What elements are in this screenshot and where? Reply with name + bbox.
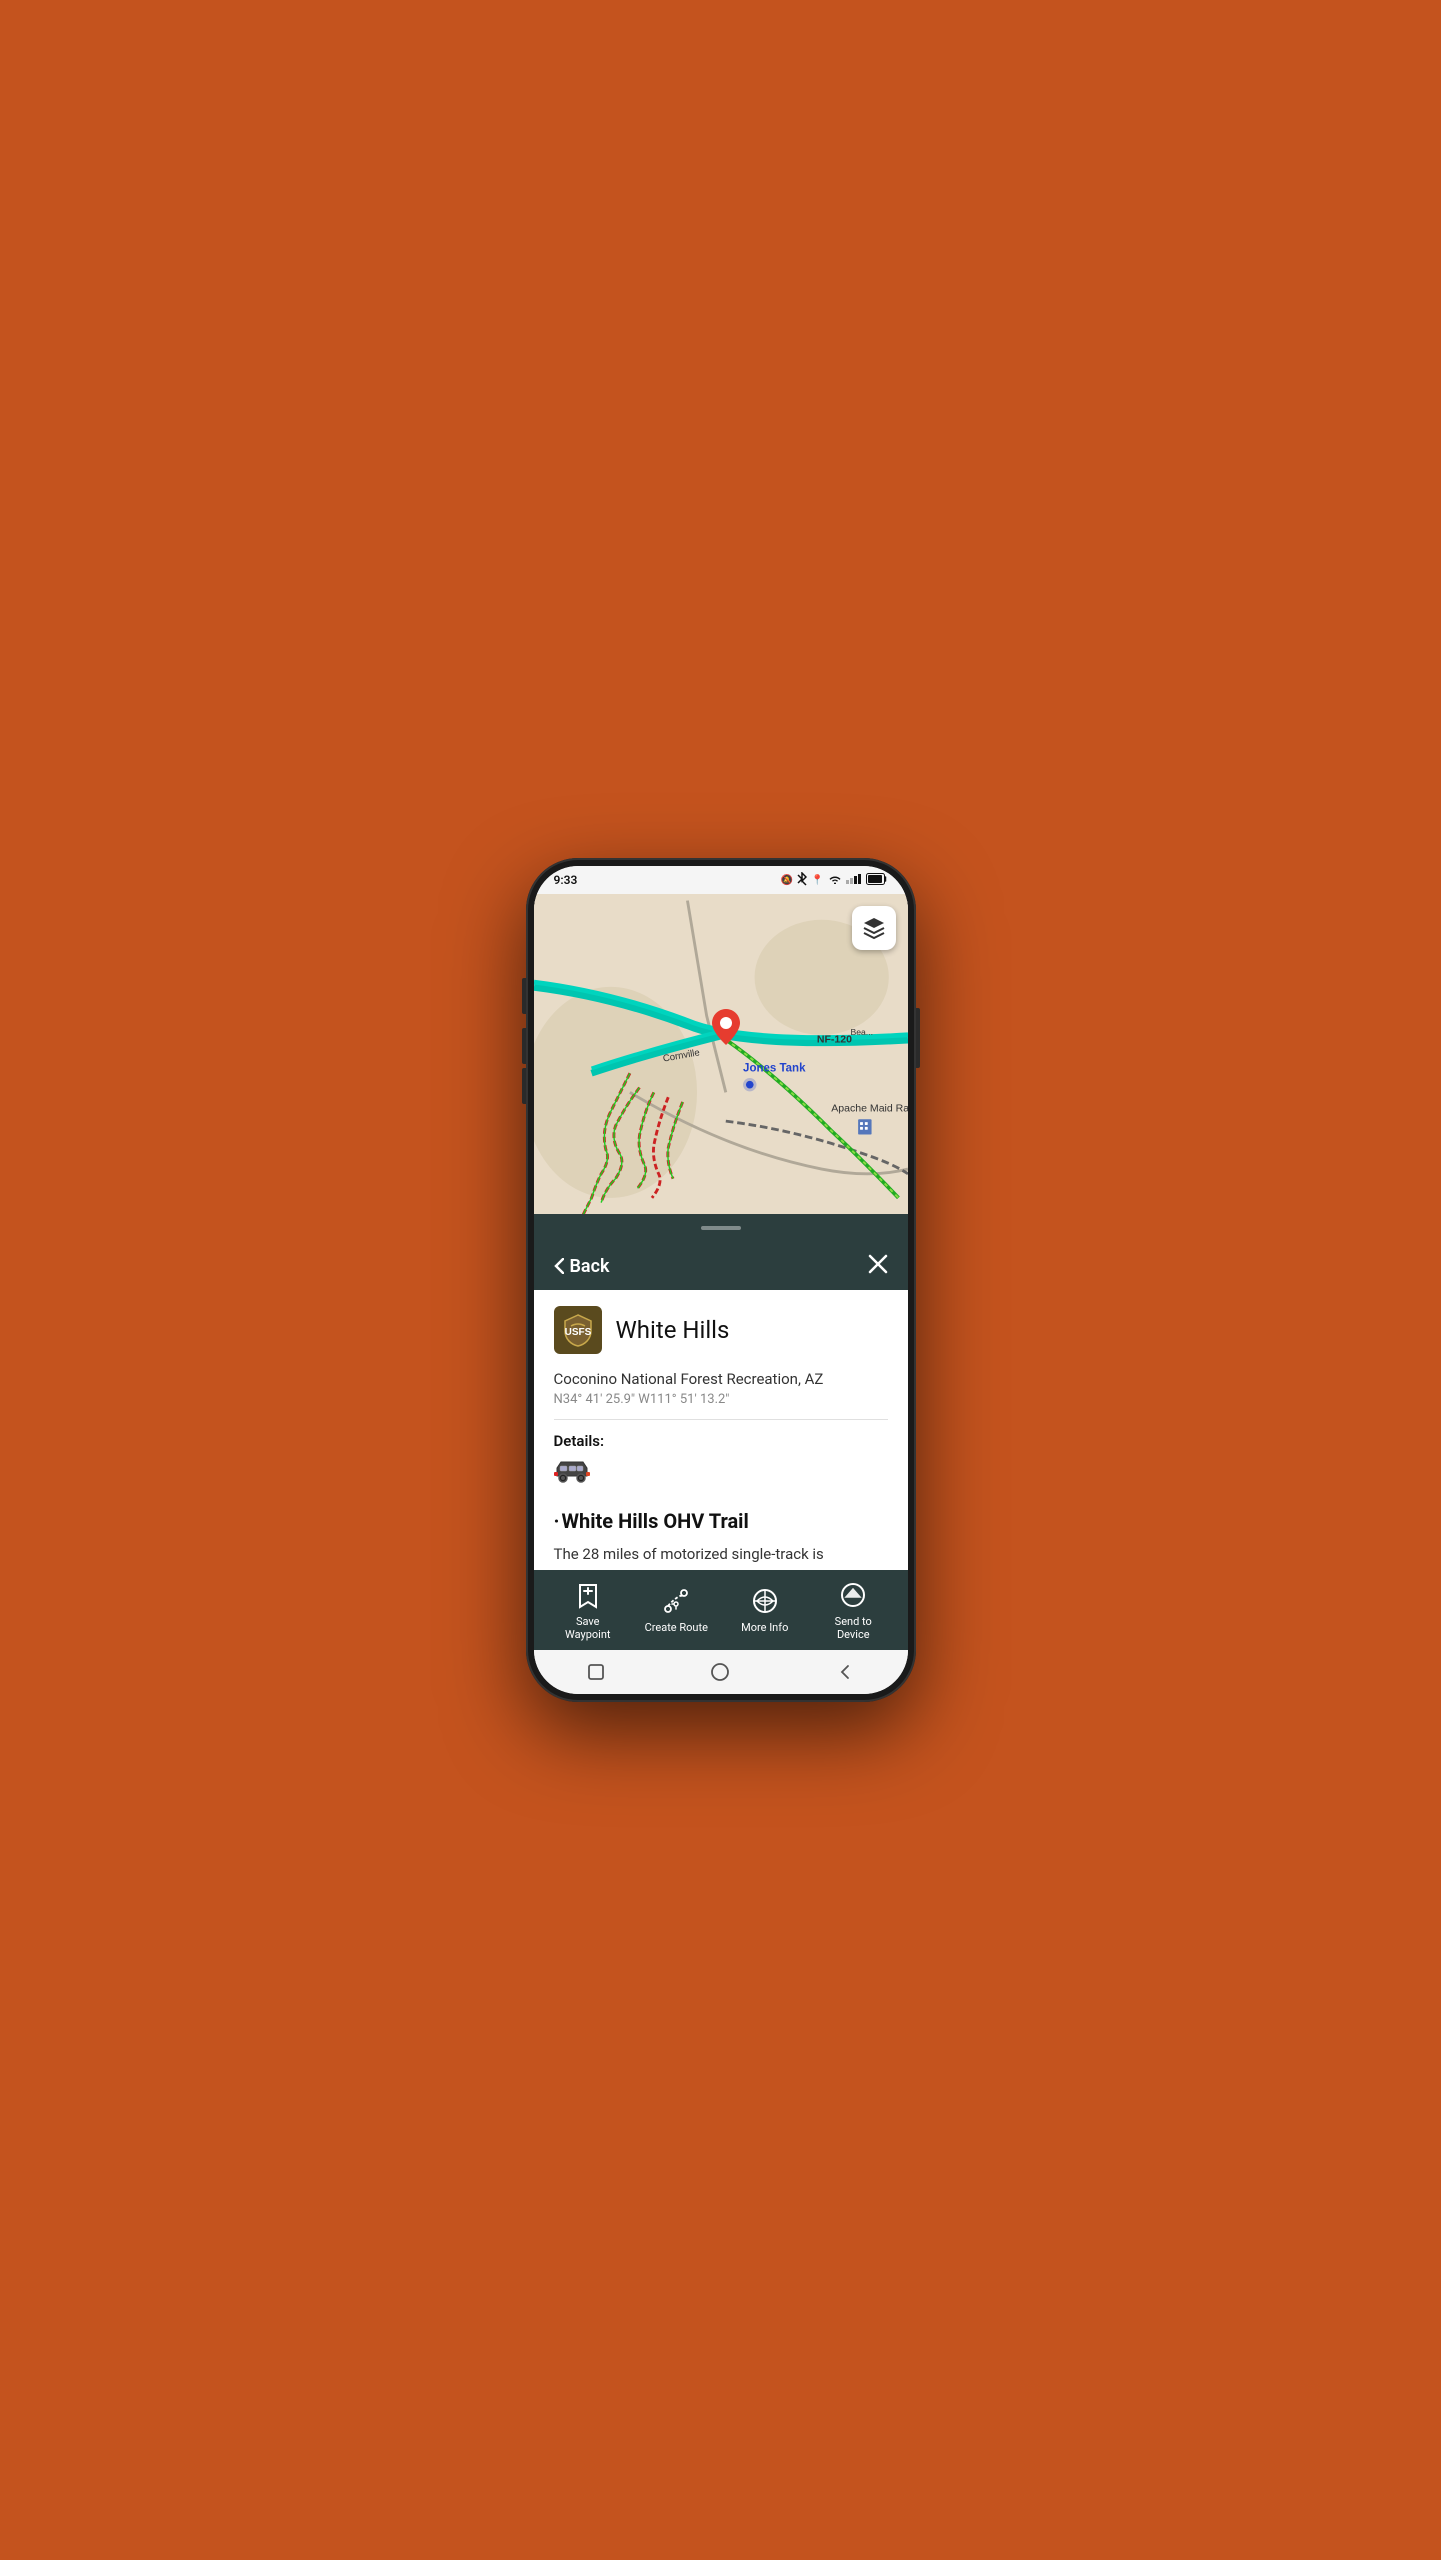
create-route-icon <box>660 1585 692 1617</box>
map-area[interactable]: NF-120 Cornville Bea... <box>534 894 908 1214</box>
nav-back-button[interactable] <box>831 1658 859 1686</box>
panel-content: USFS White Hills Coconino National Fores… <box>534 1290 908 1570</box>
svg-text:Apache Maid Ranch: Apache Maid Ranch <box>831 1103 908 1115</box>
drag-handle[interactable] <box>534 1214 908 1242</box>
battery-icon <box>866 873 888 888</box>
status-time: 9:33 <box>554 873 578 887</box>
nav-recent-button[interactable] <box>582 1658 610 1686</box>
svg-text:USFS: USFS <box>564 1327 591 1338</box>
create-route-label: Create Route <box>645 1621 708 1634</box>
wifi-icon <box>828 874 842 887</box>
svg-text:Jones Tank: Jones Tank <box>743 1062 806 1074</box>
back-button[interactable]: Back <box>554 1256 610 1277</box>
svg-text:NF-120: NF-120 <box>816 1033 851 1045</box>
drag-bar <box>701 1226 741 1230</box>
create-route-button[interactable]: Create Route <box>641 1585 711 1634</box>
phone-frame: 9:33 🔕 📍 <box>526 858 916 1702</box>
location-icon: 📍 <box>811 875 823 886</box>
status-bar: 9:33 🔕 📍 <box>534 866 908 894</box>
send-to-device-icon <box>837 1579 869 1611</box>
panel-header: Back <box>534 1242 908 1290</box>
trail-title: White Hills OHV Trail <box>554 1509 888 1533</box>
map-pin <box>712 1009 740 1049</box>
layer-button[interactable] <box>852 906 896 950</box>
place-name: White Hills <box>616 1316 730 1344</box>
phone-screen: 9:33 🔕 📍 <box>534 866 908 1694</box>
save-waypoint-label: SaveWaypoint <box>565 1615 611 1641</box>
back-label: Back <box>570 1256 610 1277</box>
signal-icon <box>846 874 862 887</box>
svg-text:Bea...: Bea... <box>850 1027 873 1037</box>
action-bar: SaveWaypoint Create Route <box>534 1570 908 1650</box>
bluetooth-icon <box>797 872 807 889</box>
more-info-label: More Info <box>741 1621 788 1634</box>
vehicle-icon <box>554 1458 888 1493</box>
send-to-device-button[interactable]: Send toDevice <box>818 1579 888 1641</box>
close-button[interactable] <box>868 1254 888 1279</box>
status-icons: 🔕 📍 <box>781 872 888 889</box>
place-coords: N34° 41' 25.9" W111° 51' 13.2" <box>554 1392 888 1420</box>
place-location: Coconino National Forest Recreation, AZ <box>554 1370 888 1388</box>
more-info-button[interactable]: More Info <box>730 1585 800 1634</box>
more-info-icon <box>749 1585 781 1617</box>
android-nav-bar <box>534 1650 908 1694</box>
silent-icon: 🔕 <box>781 875 793 886</box>
save-waypoint-button[interactable]: SaveWaypoint <box>553 1579 623 1641</box>
details-label: Details: <box>554 1432 888 1450</box>
place-header: USFS White Hills <box>554 1306 888 1354</box>
send-to-device-label: Send toDevice <box>835 1615 872 1641</box>
trail-desc: The 28 miles of motorized single-track i… <box>554 1543 888 1570</box>
usfs-badge: USFS <box>554 1306 602 1354</box>
save-waypoint-icon <box>572 1579 604 1611</box>
nav-home-button[interactable] <box>706 1658 734 1686</box>
